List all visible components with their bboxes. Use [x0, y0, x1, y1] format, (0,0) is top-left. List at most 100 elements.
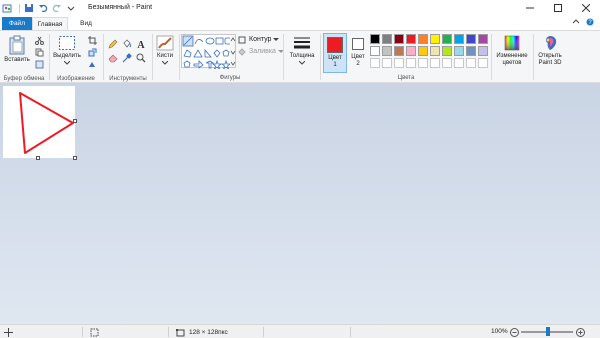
- palette-custom-slot[interactable]: [418, 58, 428, 68]
- scroll-arrows-icon: [230, 37, 236, 66]
- color1-button[interactable]: Цвет 1: [323, 33, 347, 73]
- palette-color[interactable]: [478, 46, 488, 56]
- palette-custom-slot[interactable]: [406, 58, 416, 68]
- workspace: [0, 83, 600, 324]
- palette-color[interactable]: [406, 46, 416, 56]
- palette-color[interactable]: [382, 46, 392, 56]
- eraser-icon[interactable]: [108, 53, 118, 63]
- ribbon-tabs: Файл Главная Вид ?: [0, 16, 600, 30]
- palette-color[interactable]: [442, 46, 452, 56]
- color2-button[interactable]: Цвет 2: [348, 33, 368, 73]
- paste-small-icon[interactable]: [34, 59, 44, 69]
- brushes-label: Кисти: [157, 53, 173, 59]
- paste-button[interactable]: Вставить: [2, 35, 32, 64]
- canvas-size-icon: [176, 329, 185, 337]
- tab-file[interactable]: Файл: [2, 17, 32, 30]
- palette-color[interactable]: [394, 46, 404, 56]
- resize-icon[interactable]: [87, 47, 97, 57]
- qa-separator: [19, 3, 20, 13]
- palette-color[interactable]: [466, 46, 476, 56]
- select-label: Выделить: [53, 53, 81, 59]
- minimize-icon: [526, 7, 534, 9]
- canvas-resize-handle-corner[interactable]: [73, 156, 77, 160]
- maximize-button[interactable]: [544, 0, 572, 16]
- palette-custom-slot[interactable]: [382, 58, 392, 68]
- palette-custom-slot[interactable]: [466, 58, 476, 68]
- palette-custom-slot[interactable]: [478, 58, 488, 68]
- zoom-slider-thumb[interactable]: [546, 327, 550, 336]
- zoom-out-button[interactable]: [510, 328, 519, 337]
- tab-home[interactable]: Главная: [32, 17, 68, 30]
- save-icon[interactable]: [23, 3, 34, 14]
- group-divider: [533, 34, 534, 80]
- edit-colors-button[interactable]: Изменение цветов: [492, 35, 532, 67]
- palette-color[interactable]: [430, 46, 440, 56]
- canvas-resize-handle-right[interactable]: [73, 119, 77, 123]
- customize-toolbar-icon[interactable]: [65, 3, 76, 14]
- zoom-in-icon: [576, 328, 585, 337]
- pencil-icon[interactable]: [108, 39, 118, 49]
- redo-icon[interactable]: [51, 3, 62, 14]
- size-button[interactable]: Толщина: [286, 35, 318, 65]
- shapes-gallery-scroll[interactable]: [230, 34, 236, 68]
- status-divider: [168, 327, 169, 337]
- palette-custom-slot[interactable]: [442, 58, 452, 68]
- collapse-ribbon-icon[interactable]: [572, 18, 580, 26]
- title-bar: Безымянный - Paint: [0, 0, 600, 16]
- magnifier-icon[interactable]: [136, 53, 146, 63]
- fill-button[interactable]: Заливка: [249, 48, 284, 55]
- palette-color[interactable]: [478, 34, 488, 44]
- palette-color[interactable]: [382, 34, 392, 44]
- size-label: Толщина: [289, 53, 315, 59]
- zoom-in-button[interactable]: [576, 328, 585, 337]
- ribbon: Вставить Буфер обмена Выделить Изображен…: [0, 30, 600, 83]
- palette-color[interactable]: [406, 34, 416, 44]
- palette-custom-slot[interactable]: [454, 58, 464, 68]
- group-divider: [320, 34, 321, 80]
- palette-custom-slot[interactable]: [394, 58, 404, 68]
- palette-color[interactable]: [454, 34, 464, 44]
- tab-view[interactable]: Вид: [76, 17, 96, 30]
- palette-color[interactable]: [454, 46, 464, 56]
- chevron-down-icon: [64, 61, 70, 65]
- drawing-canvas[interactable]: [3, 86, 75, 158]
- canvas-size-text: 128 × 128пкс: [189, 329, 228, 336]
- undo-icon[interactable]: [37, 3, 48, 14]
- palette-color[interactable]: [418, 34, 428, 44]
- edit-colors-label-2: цветов: [502, 60, 522, 66]
- clipboard-group-label: Буфер обмена: [3, 76, 45, 82]
- palette-custom-slot[interactable]: [370, 58, 380, 68]
- color-picker-icon[interactable]: [122, 53, 132, 63]
- palette-color[interactable]: [394, 34, 404, 44]
- palette-color[interactable]: [442, 34, 452, 44]
- crop-icon[interactable]: [87, 35, 97, 45]
- chevron-down-icon: [299, 61, 305, 65]
- brush-icon: [156, 35, 174, 51]
- select-rectangle-icon: [59, 36, 75, 50]
- fill-bucket-icon[interactable]: [122, 39, 132, 49]
- canvas-drawing: [19, 92, 74, 154]
- copy-icon[interactable]: [34, 47, 44, 57]
- shapes-gallery[interactable]: [181, 34, 232, 71]
- palette-custom-slot[interactable]: [430, 58, 440, 68]
- cut-icon[interactable]: [34, 35, 44, 45]
- chevron-down-icon: [273, 37, 280, 41]
- palette-color[interactable]: [430, 34, 440, 44]
- outline-button[interactable]: Контур: [249, 36, 280, 43]
- select-button[interactable]: Выделить: [50, 35, 84, 65]
- minimize-button[interactable]: [516, 0, 544, 16]
- close-button[interactable]: [572, 0, 600, 16]
- palette-color[interactable]: [370, 46, 380, 56]
- palette-color[interactable]: [370, 34, 380, 44]
- open-paint3d-button[interactable]: Открыть Paint 3D: [535, 35, 565, 67]
- palette-color[interactable]: [418, 46, 428, 56]
- help-icon[interactable]: ?: [586, 18, 594, 26]
- canvas-resize-handle-bottom[interactable]: [36, 156, 40, 160]
- text-icon[interactable]: A: [136, 39, 146, 49]
- rotate-icon[interactable]: [87, 59, 97, 69]
- palette-color[interactable]: [466, 34, 476, 44]
- color1-number: 1: [333, 62, 337, 68]
- tools-group-label: Инструменты: [109, 76, 147, 82]
- fill-label: Заливка: [249, 48, 276, 55]
- brushes-button[interactable]: Кисти: [152, 35, 178, 65]
